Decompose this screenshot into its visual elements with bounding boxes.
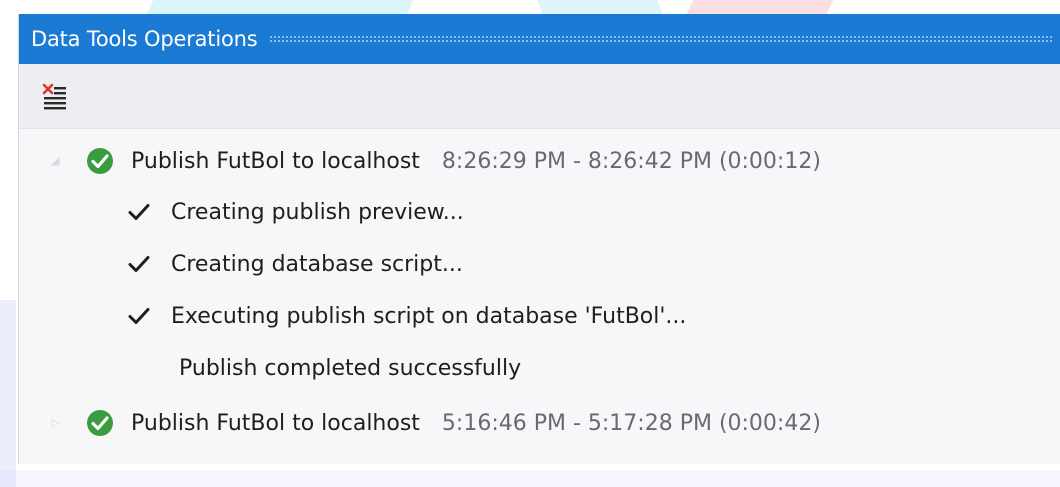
clear-list-button[interactable] xyxy=(39,80,71,112)
screenshot-stage: Data Tools Operations ◢ Publish FutBol t… xyxy=(0,0,1060,487)
success-check-circle-icon xyxy=(87,148,113,174)
operation-time: 8:26:29 PM - 8:26:42 PM (0:00:12) xyxy=(441,148,821,174)
data-tools-operations-window: Data Tools Operations ◢ Publish FutBol t… xyxy=(18,14,1060,464)
step-check-icon xyxy=(128,204,150,220)
background-shape xyxy=(0,470,1060,487)
success-check-circle-icon xyxy=(87,410,113,436)
clear-list-icon xyxy=(42,83,66,110)
window-titlebar[interactable]: Data Tools Operations xyxy=(19,14,1060,64)
operations-toolbar xyxy=(19,64,1060,128)
background-shape xyxy=(537,0,663,14)
step-text: Executing publish script on database 'Fu… xyxy=(171,303,687,329)
operation-row[interactable]: ◢ Publish FutBol to localhost 8:26:29 PM… xyxy=(19,138,821,184)
operation-row[interactable]: ▷ Publish FutBol to localhost 5:16:46 PM… xyxy=(19,400,821,446)
operation-title: Publish FutBol to localhost xyxy=(131,410,420,436)
operation-step: Executing publish script on database 'Fu… xyxy=(19,293,686,339)
expand-icon[interactable]: ▷ xyxy=(51,417,61,428)
step-check-icon xyxy=(128,308,150,324)
step-check-icon xyxy=(128,256,150,272)
operation-step: Creating publish preview... xyxy=(19,189,464,235)
operation-message: Publish completed successfully xyxy=(19,345,521,391)
titlebar-grip[interactable] xyxy=(269,35,1053,43)
operations-list: ◢ Publish FutBol to localhost 8:26:29 PM… xyxy=(19,128,1060,464)
operation-time: 5:16:46 PM - 5:17:28 PM (0:00:42) xyxy=(441,410,821,436)
message-text: Publish completed successfully xyxy=(179,355,522,381)
background-shape xyxy=(146,0,414,14)
step-text: Creating database script... xyxy=(171,251,463,277)
background-shape xyxy=(686,0,834,14)
operation-title: Publish FutBol to localhost xyxy=(131,148,420,174)
step-text: Creating publish preview... xyxy=(171,199,464,225)
operation-step: Creating database script... xyxy=(19,241,463,287)
window-title: Data Tools Operations xyxy=(31,27,258,51)
collapse-icon[interactable]: ◢ xyxy=(51,155,61,166)
background-shape xyxy=(0,300,16,487)
